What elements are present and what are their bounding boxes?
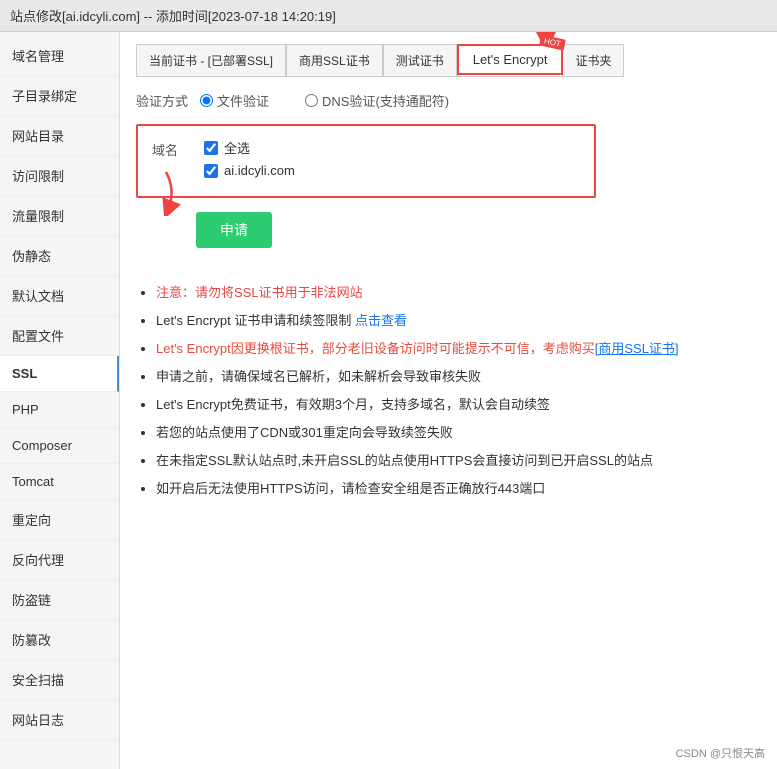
checkbox-domain1: ai.idcyli.com: [204, 163, 295, 178]
radio-file[interactable]: 文件验证: [200, 91, 269, 110]
sidebar-item-config[interactable]: 配置文件: [0, 316, 119, 356]
tab-test[interactable]: 测试证书: [383, 45, 457, 76]
radio-dns-input[interactable]: [305, 94, 318, 107]
apply-button[interactable]: 申请: [196, 212, 272, 248]
info-note3-text: Let's Encrypt因更换根证书，部分老旧设备访问时可能提示不可信，考虑购…: [156, 341, 595, 356]
domain-box-inner: 域名 全选 ai.idcyli.com: [152, 138, 580, 184]
apply-btn-area: 申请: [136, 212, 272, 264]
tab-current[interactable]: 当前证书 - [已部署SSL]: [137, 45, 286, 76]
sidebar-item-hotlink[interactable]: 防盗链: [0, 580, 119, 620]
info-note1-text: 注意：请勿将SSL证书用于非法网站: [156, 285, 363, 300]
checkbox-domain1-label: ai.idcyli.com: [224, 163, 295, 178]
domain-checkboxes: 全选 ai.idcyli.com: [204, 138, 295, 184]
info-note2-prefix: Let's Encrypt 证书申请和续签限制: [156, 313, 355, 328]
info-note6: 若您的站点使用了CDN或301重定向会导致续签失败: [156, 420, 761, 446]
info-note8: 如开启后无法使用HTTPS访问，请检查安全组是否正确放行443端口: [156, 476, 761, 502]
sidebar-item-redirect[interactable]: 重定向: [0, 500, 119, 540]
sidebar-item-subdir[interactable]: 子目录绑定: [0, 76, 119, 116]
title-bar: 站点修改[ai.idcyli.com] -- 添加时间[2023-07-18 1…: [0, 0, 777, 32]
info-note5-text: Let's Encrypt免费证书，有效期3个月，支持多域名，默认会自动续签: [156, 397, 550, 412]
sidebar-item-tomcat[interactable]: Tomcat: [0, 464, 119, 500]
watermark: CSDN @只恨天高: [676, 745, 765, 761]
sidebar-item-access[interactable]: 访问限制: [0, 156, 119, 196]
domain-box-label: 域名: [152, 138, 188, 159]
tabs-area: 当前证书 - [已部署SSL] 商用SSL证书 测试证书 Let's Encry…: [136, 44, 761, 77]
radio-group: 文件验证 DNS验证(支持通配符): [200, 91, 465, 110]
sidebar-item-php[interactable]: PHP: [0, 392, 119, 428]
info-note1: 注意：请勿将SSL证书用于非法网站: [156, 280, 761, 306]
radio-file-label: 文件验证: [217, 91, 269, 110]
info-note2-link[interactable]: 点击查看: [355, 313, 407, 328]
tab-certfolder[interactable]: 证书夹: [562, 45, 623, 76]
sidebar-item-reverseproxy[interactable]: 反向代理: [0, 540, 119, 580]
info-note5: Let's Encrypt免费证书，有效期3个月，支持多域名，默认会自动续签: [156, 392, 761, 418]
info-note3: Let's Encrypt因更换根证书，部分老旧设备访问时可能提示不可信，考虑购…: [156, 336, 761, 362]
title-text: 站点修改[ai.idcyli.com] -- 添加时间[2023-07-18 1…: [10, 6, 336, 25]
verify-label: 验证方式: [136, 91, 188, 110]
radio-dns-label: DNS验证(支持通配符): [322, 91, 449, 110]
domain-box: 域名 全选 ai.idcyli.com: [136, 124, 596, 198]
verify-row: 验证方式 文件验证 DNS验证(支持通配符): [136, 91, 761, 110]
info-note8-text: 如开启后无法使用HTTPS访问，请检查安全组是否正确放行443端口: [156, 481, 545, 496]
sidebar-item-traffic[interactable]: 流量限制: [0, 196, 119, 236]
sidebar-item-composer[interactable]: Composer: [0, 428, 119, 464]
sidebar-item-sitedir[interactable]: 网站目录: [0, 116, 119, 156]
sidebar-item-ssl[interactable]: SSL: [0, 356, 119, 392]
radio-file-input[interactable]: [200, 94, 213, 107]
layout: 域名管理 子目录绑定 网站目录 访问限制 流量限制 伪静态 默认文档 配置文件 …: [0, 32, 777, 769]
info-note2: Let's Encrypt 证书申请和续签限制 点击查看: [156, 308, 761, 334]
checkbox-selectall-input[interactable]: [204, 141, 218, 155]
apply-arrow: [146, 170, 186, 219]
window: 站点修改[ai.idcyli.com] -- 添加时间[2023-07-18 1…: [0, 0, 777, 769]
sidebar-item-defaultdoc[interactable]: 默认文档: [0, 276, 119, 316]
info-note7-text: 在未指定SSL默认站点时,未开启SSL的站点使用HTTPS会直接访问到已开启SS…: [156, 453, 653, 468]
tab-commercial[interactable]: 商用SSL证书: [286, 45, 383, 76]
tab-letsencrypt[interactable]: Let's Encrypt: [457, 44, 564, 75]
checkbox-domain1-input[interactable]: [204, 164, 218, 178]
checkbox-selectall-label: 全选: [224, 138, 250, 157]
radio-dns[interactable]: DNS验证(支持通配符): [305, 91, 449, 110]
info-note3-link[interactable]: [商用SSL证书]: [595, 341, 679, 356]
sidebar-item-sitelog[interactable]: 网站日志: [0, 700, 119, 740]
checkbox-selectall: 全选: [204, 138, 295, 157]
info-note6-text: 若您的站点使用了CDN或301重定向会导致续签失败: [156, 425, 453, 440]
info-note7: 在未指定SSL默认站点时,未开启SSL的站点使用HTTPS会直接访问到已开启SS…: [156, 448, 761, 474]
tab-letsencrypt-wrapper: Let's Encrypt HOT: [457, 45, 563, 76]
info-note4: 申请之前，请确保域名已解析，如未解析会导致审核失败: [156, 364, 761, 390]
sidebar-item-securityscan[interactable]: 安全扫描: [0, 660, 119, 700]
tabs-container: 当前证书 - [已部署SSL] 商用SSL证书 测试证书 Let's Encry…: [136, 44, 624, 77]
sidebar-item-domain[interactable]: 域名管理: [0, 36, 119, 76]
info-note4-text: 申请之前，请确保域名已解析，如未解析会导致审核失败: [156, 369, 481, 384]
main-content: 当前证书 - [已部署SSL] 商用SSL证书 测试证书 Let's Encry…: [120, 32, 777, 769]
sidebar: 域名管理 子目录绑定 网站目录 访问限制 流量限制 伪静态 默认文档 配置文件 …: [0, 32, 120, 769]
sidebar-item-pseudostatic[interactable]: 伪静态: [0, 236, 119, 276]
sidebar-item-tamper[interactable]: 防篡改: [0, 620, 119, 660]
info-list: 注意：请勿将SSL证书用于非法网站 Let's Encrypt 证书申请和续签限…: [136, 280, 761, 502]
watermark-text: CSDN @只恨天高: [676, 748, 765, 760]
